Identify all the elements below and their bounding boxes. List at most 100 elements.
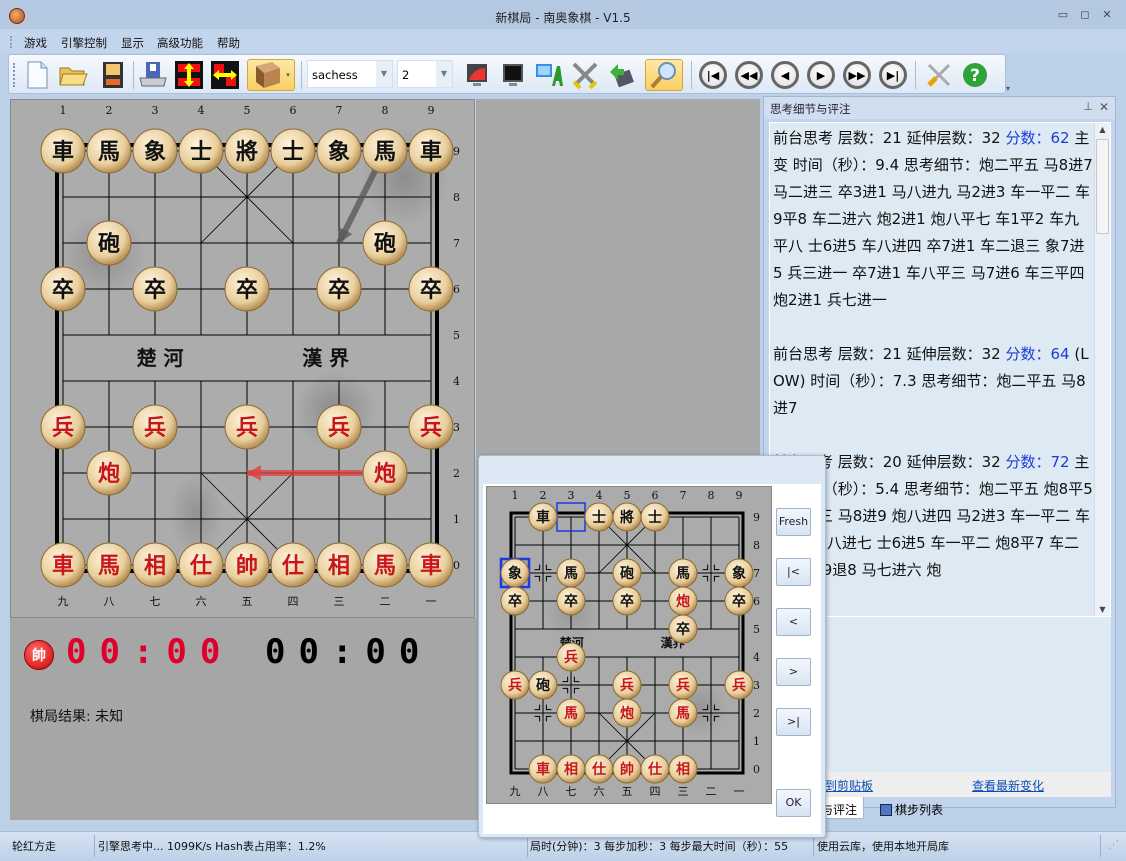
chess-piece[interactable]: 卒 bbox=[556, 586, 586, 616]
import-button[interactable] bbox=[605, 59, 637, 91]
chess-piece[interactable]: 馬 bbox=[556, 698, 586, 728]
engine-select[interactable]: sachess ▼ bbox=[307, 60, 393, 88]
pin-icon[interactable]: ⊥ bbox=[1083, 100, 1093, 113]
chess-piece[interactable]: 兵 bbox=[132, 404, 178, 450]
next-button[interactable]: > bbox=[776, 658, 811, 686]
chess-piece[interactable]: 相 bbox=[316, 542, 362, 588]
chess-piece[interactable]: 馬 bbox=[362, 542, 408, 588]
help-button[interactable]: ? bbox=[959, 59, 991, 91]
menu-game[interactable]: 游戏 bbox=[24, 35, 47, 51]
chess-piece[interactable]: 仕 bbox=[270, 542, 316, 588]
first-move-button[interactable]: |◀ bbox=[697, 59, 729, 91]
vertical-scrollbar[interactable]: ▲ ▼ bbox=[1094, 123, 1110, 616]
chess-piece[interactable]: 象 bbox=[132, 128, 178, 174]
chess-piece[interactable]: 將 bbox=[612, 502, 642, 532]
chess-piece[interactable]: 卒 bbox=[612, 586, 642, 616]
minimize-button[interactable]: ▭ bbox=[1054, 8, 1072, 22]
last-move-button[interactable]: ▶| bbox=[877, 59, 909, 91]
tab-move-list[interactable]: 棋步列表 bbox=[874, 797, 949, 819]
chess-piece[interactable]: 士 bbox=[270, 128, 316, 174]
prev-button[interactable]: < bbox=[776, 608, 811, 636]
chess-piece[interactable]: 象 bbox=[724, 558, 754, 588]
engine-black-button[interactable] bbox=[497, 59, 529, 91]
chess-piece[interactable]: 馬 bbox=[362, 128, 408, 174]
chess-piece[interactable]: 仕 bbox=[640, 754, 670, 784]
chess-piece[interactable]: 兵 bbox=[500, 670, 530, 700]
chess-piece[interactable]: 卒 bbox=[724, 586, 754, 616]
chess-piece[interactable]: 兵 bbox=[316, 404, 362, 450]
level-select[interactable]: 2 ▼ bbox=[397, 60, 453, 88]
engine-red-button[interactable] bbox=[461, 59, 493, 91]
chess-piece[interactable]: 兵 bbox=[668, 670, 698, 700]
opening-book-button[interactable]: ▾ bbox=[247, 59, 295, 91]
chess-piece[interactable]: 兵 bbox=[724, 670, 754, 700]
chess-piece[interactable]: 仕 bbox=[584, 754, 614, 784]
scroll-up-icon[interactable]: ▲ bbox=[1095, 125, 1110, 134]
flip-vertical-button[interactable] bbox=[173, 59, 205, 91]
scroll-thumb[interactable] bbox=[1096, 139, 1109, 234]
save-file-button[interactable] bbox=[97, 59, 129, 91]
chess-piece[interactable]: 車 bbox=[40, 128, 86, 174]
toolbar-overflow-icon[interactable]: ▾ bbox=[1006, 84, 1010, 93]
chess-piece[interactable]: 卒 bbox=[132, 266, 178, 312]
mini-board[interactable]: 楚河漢界123456789九八七六五四三二一9876543210車士將士象馬砲馬… bbox=[486, 486, 772, 804]
chess-piece[interactable]: 兵 bbox=[224, 404, 270, 450]
scroll-down-icon[interactable]: ▼ bbox=[1095, 605, 1110, 614]
chess-piece[interactable]: 車 bbox=[528, 502, 558, 532]
chess-piece[interactable]: 馬 bbox=[556, 558, 586, 588]
fresh-button[interactable]: Fresh bbox=[776, 508, 811, 536]
chess-piece[interactable]: 卒 bbox=[408, 266, 454, 312]
chess-piece[interactable]: 砲 bbox=[612, 558, 642, 588]
chess-piece[interactable]: 相 bbox=[132, 542, 178, 588]
view-latest-link[interactable]: 查看最新变化 bbox=[972, 777, 1044, 794]
chess-piece[interactable]: 兵 bbox=[556, 642, 586, 672]
maximize-button[interactable]: ◻ bbox=[1076, 8, 1094, 22]
chess-piece[interactable]: 士 bbox=[584, 502, 614, 532]
chess-piece[interactable]: 卒 bbox=[668, 614, 698, 644]
mini-board-svg[interactable]: 楚河漢界123456789九八七六五四三二一9876543210車士將士象馬砲馬… bbox=[487, 487, 771, 803]
chess-piece[interactable]: 象 bbox=[500, 558, 530, 588]
chess-piece[interactable]: 砲 bbox=[528, 670, 558, 700]
prev-move-button[interactable]: ◀ bbox=[769, 59, 801, 91]
chess-piece[interactable]: 車 bbox=[528, 754, 558, 784]
main-board[interactable]: 楚 河漢 界123456789九八七六五四三二一9876543210車馬象士將士… bbox=[10, 99, 475, 618]
board-svg[interactable]: 楚 河漢 界1 2 3 4 5 6 7 8 9九八七六五四三二一9876543210車馬象士將士… bbox=[11, 100, 474, 617]
menu-engine-control[interactable]: 引擎控制 bbox=[61, 35, 107, 51]
chess-piece[interactable]: 卒 bbox=[40, 266, 86, 312]
resize-grip-icon[interactable]: ⋰ bbox=[1108, 838, 1119, 851]
chess-piece[interactable]: 仕 bbox=[178, 542, 224, 588]
chess-piece[interactable]: 士 bbox=[178, 128, 224, 174]
settings-button[interactable] bbox=[923, 59, 955, 91]
chess-piece[interactable]: 馬 bbox=[668, 698, 698, 728]
menu-advanced[interactable]: 高级功能 bbox=[157, 35, 203, 51]
battle-button[interactable] bbox=[569, 59, 601, 91]
chess-piece[interactable]: 士 bbox=[640, 502, 670, 532]
new-game-button[interactable] bbox=[21, 59, 53, 91]
close-button[interactable]: ✕ bbox=[1098, 8, 1116, 22]
chess-piece[interactable]: 卒 bbox=[316, 266, 362, 312]
chess-piece[interactable]: 炮 bbox=[86, 450, 132, 496]
computer-analysis-button[interactable] bbox=[533, 59, 565, 91]
chess-piece[interactable]: 車 bbox=[40, 542, 86, 588]
chess-piece[interactable]: 馬 bbox=[668, 558, 698, 588]
search-button[interactable] bbox=[645, 59, 683, 91]
chess-piece[interactable]: 將 bbox=[224, 128, 270, 174]
flip-horizontal-button[interactable] bbox=[209, 59, 241, 91]
chess-piece[interactable]: 兵 bbox=[408, 404, 454, 450]
chess-piece[interactable]: 砲 bbox=[362, 220, 408, 266]
chess-piece[interactable]: 帥 bbox=[224, 542, 270, 588]
chess-piece[interactable]: 兵 bbox=[612, 670, 642, 700]
back-many-button[interactable]: ◀◀ bbox=[733, 59, 765, 91]
chess-piece[interactable]: 象 bbox=[316, 128, 362, 174]
chess-piece[interactable]: 相 bbox=[556, 754, 586, 784]
chess-piece[interactable]: 炮 bbox=[612, 698, 642, 728]
menu-display[interactable]: 显示 bbox=[121, 35, 144, 51]
ok-button[interactable]: OK bbox=[776, 789, 811, 817]
last-button[interactable]: >| bbox=[776, 708, 811, 736]
chess-piece[interactable]: 馬 bbox=[86, 128, 132, 174]
menu-help[interactable]: 帮助 bbox=[217, 35, 240, 51]
forward-many-button[interactable]: ▶▶ bbox=[841, 59, 873, 91]
first-button[interactable]: |< bbox=[776, 558, 811, 586]
chess-piece[interactable]: 卒 bbox=[500, 586, 530, 616]
chess-piece[interactable]: 炮 bbox=[668, 586, 698, 616]
